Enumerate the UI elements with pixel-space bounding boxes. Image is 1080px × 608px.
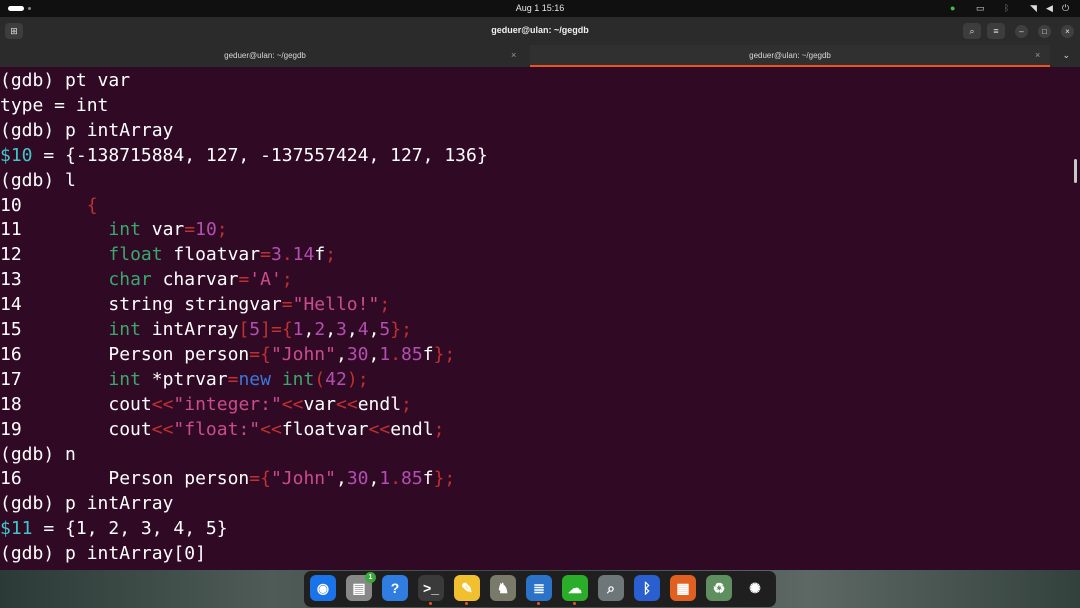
tab-label: geduer@ulan: ~/gegdb: [749, 51, 831, 60]
terminal-line: 13 char charvar='A';: [0, 269, 293, 291]
terminal-line: type = int: [0, 94, 109, 116]
running-indicator: [429, 602, 432, 605]
dock-glyph: ᛒ: [642, 580, 652, 596]
tab-1[interactable]: geduer@ulan: ~/gegdb ×: [0, 45, 530, 67]
bluetooth-icon[interactable]: ᛒ: [634, 575, 660, 601]
terminal-line: 12 float floatvar=3.14f;: [0, 244, 337, 266]
window-titlebar: ⊞ geduer@ulan: ~/gegdb ⌕ ≡ – □ ×: [0, 17, 1080, 45]
trash-icon[interactable]: ♻: [706, 575, 732, 601]
keyboard-indicator-icon[interactable]: ▭: [976, 3, 985, 14]
terminal-line: (gdb) l: [0, 169, 76, 191]
terminal-line: 11 int var=10;: [0, 219, 228, 241]
power-icon[interactable]: ⏻: [1062, 3, 1069, 14]
dock-glyph: ✺: [749, 580, 761, 596]
gimp-icon[interactable]: ♞: [490, 575, 516, 601]
close-tab-icon[interactable]: ×: [511, 50, 516, 60]
impress-icon[interactable]: ▦: [670, 575, 696, 601]
dock-glyph: ≣: [533, 580, 545, 596]
top-bar: Aug 1 15:16 ● ▭ ᛒ ◥ ◀ ⏻: [0, 0, 1080, 17]
dock-glyph: ⌕: [607, 580, 615, 596]
terminal-icon[interactable]: >_: [418, 575, 444, 605]
volume-icon[interactable]: ◀: [1046, 3, 1053, 14]
chrome-icon[interactable]: ◉: [310, 575, 336, 601]
terminal-line: (gdb) n: [0, 443, 76, 465]
tab-2[interactable]: geduer@ulan: ~/gegdb ×: [530, 45, 1050, 67]
terminal-line: 16 Person person={"John",30,1.85f};: [0, 468, 456, 490]
dock: ◉ ▤ 1? >_ ✎ ♞ ≣ ☁ ⌕ ᛒ ▦ ♻ ✺: [304, 571, 776, 607]
terminal-line: (gdb) p intArray[0]: [0, 543, 206, 565]
dock-glyph: >_: [423, 580, 439, 596]
terminal-line: 17 int *ptrvar=new int(42);: [0, 368, 369, 390]
tab-bar: geduer@ulan: ~/gegdb × geduer@ulan: ~/ge…: [0, 45, 1080, 67]
terminal-line: (gdb) p intArray: [0, 493, 174, 515]
dock-glyph: ✎: [461, 580, 473, 596]
dock-glyph: ♻: [712, 580, 726, 596]
help-icon[interactable]: ?: [382, 575, 408, 601]
hamburger-menu-button[interactable]: ≡: [987, 23, 1005, 39]
maximize-button[interactable]: □: [1038, 25, 1051, 38]
window-title: geduer@ulan: ~/gegdb: [491, 25, 589, 35]
terminal-line: (gdb) p intArray: [0, 119, 174, 141]
wechat-icon[interactable]: ☁: [562, 575, 588, 605]
text-editor-icon[interactable]: ✎: [454, 575, 480, 605]
dock-glyph: ▦: [676, 580, 690, 596]
tab-list-chevron-icon[interactable]: ⌄: [1062, 50, 1070, 61]
bluetooth-tray-icon[interactable]: ᛒ: [1004, 3, 1009, 13]
terminal-line: 18 cout<<"integer:"<<var<<endl;: [0, 393, 412, 415]
app-grid-icon[interactable]: ✺: [742, 575, 768, 601]
dock-glyph: ♞: [496, 580, 510, 596]
search-button[interactable]: ⌕: [963, 23, 981, 39]
terminal-line: 16 Person person={"John",30,1.85f};: [0, 343, 456, 365]
dock-glyph: ◉: [316, 580, 330, 596]
terminal-line: $11 = {1, 2, 3, 4, 5}: [0, 518, 228, 540]
running-indicator: [537, 602, 540, 605]
wechat-tray-icon[interactable]: ●: [950, 3, 955, 13]
wifi-icon[interactable]: ◥: [1030, 3, 1037, 14]
close-window-button[interactable]: ×: [1061, 25, 1074, 38]
scrollbar[interactable]: [1074, 159, 1077, 183]
notification-badge: 1: [365, 572, 376, 583]
clock[interactable]: Aug 1 15:16: [0, 3, 1080, 13]
running-indicator: [573, 602, 576, 605]
terminal-line: $10 = {-138715884, 127, -137557424, 127,…: [0, 144, 488, 166]
running-indicator: [465, 602, 468, 605]
tab-label: geduer@ulan: ~/gegdb: [224, 51, 306, 60]
terminal-line: 10 {: [0, 194, 98, 216]
dock-glyph: ☁: [568, 580, 582, 596]
terminal-line: 14 string stringvar="Hello!";: [0, 294, 391, 316]
files-icon[interactable]: ▤ 1: [346, 572, 376, 601]
terminal-line: 15 int intArray[5]={1,2,3,4,5};: [0, 319, 412, 340]
terminal-line: (gdb) pt var: [0, 70, 131, 91]
terminal-output[interactable]: (gdb) pt var type = int (gdb) p intArray $1…: [0, 67, 1080, 570]
terminal-line: 19 cout<<"float:"<<floatvar<<endl;: [0, 418, 445, 440]
writer-icon[interactable]: ≣: [526, 575, 552, 605]
close-tab-icon[interactable]: ×: [1035, 50, 1040, 60]
minimize-button[interactable]: –: [1015, 25, 1028, 38]
screenshot-icon[interactable]: ⌕: [598, 575, 624, 601]
dock-glyph: ?: [390, 580, 400, 596]
